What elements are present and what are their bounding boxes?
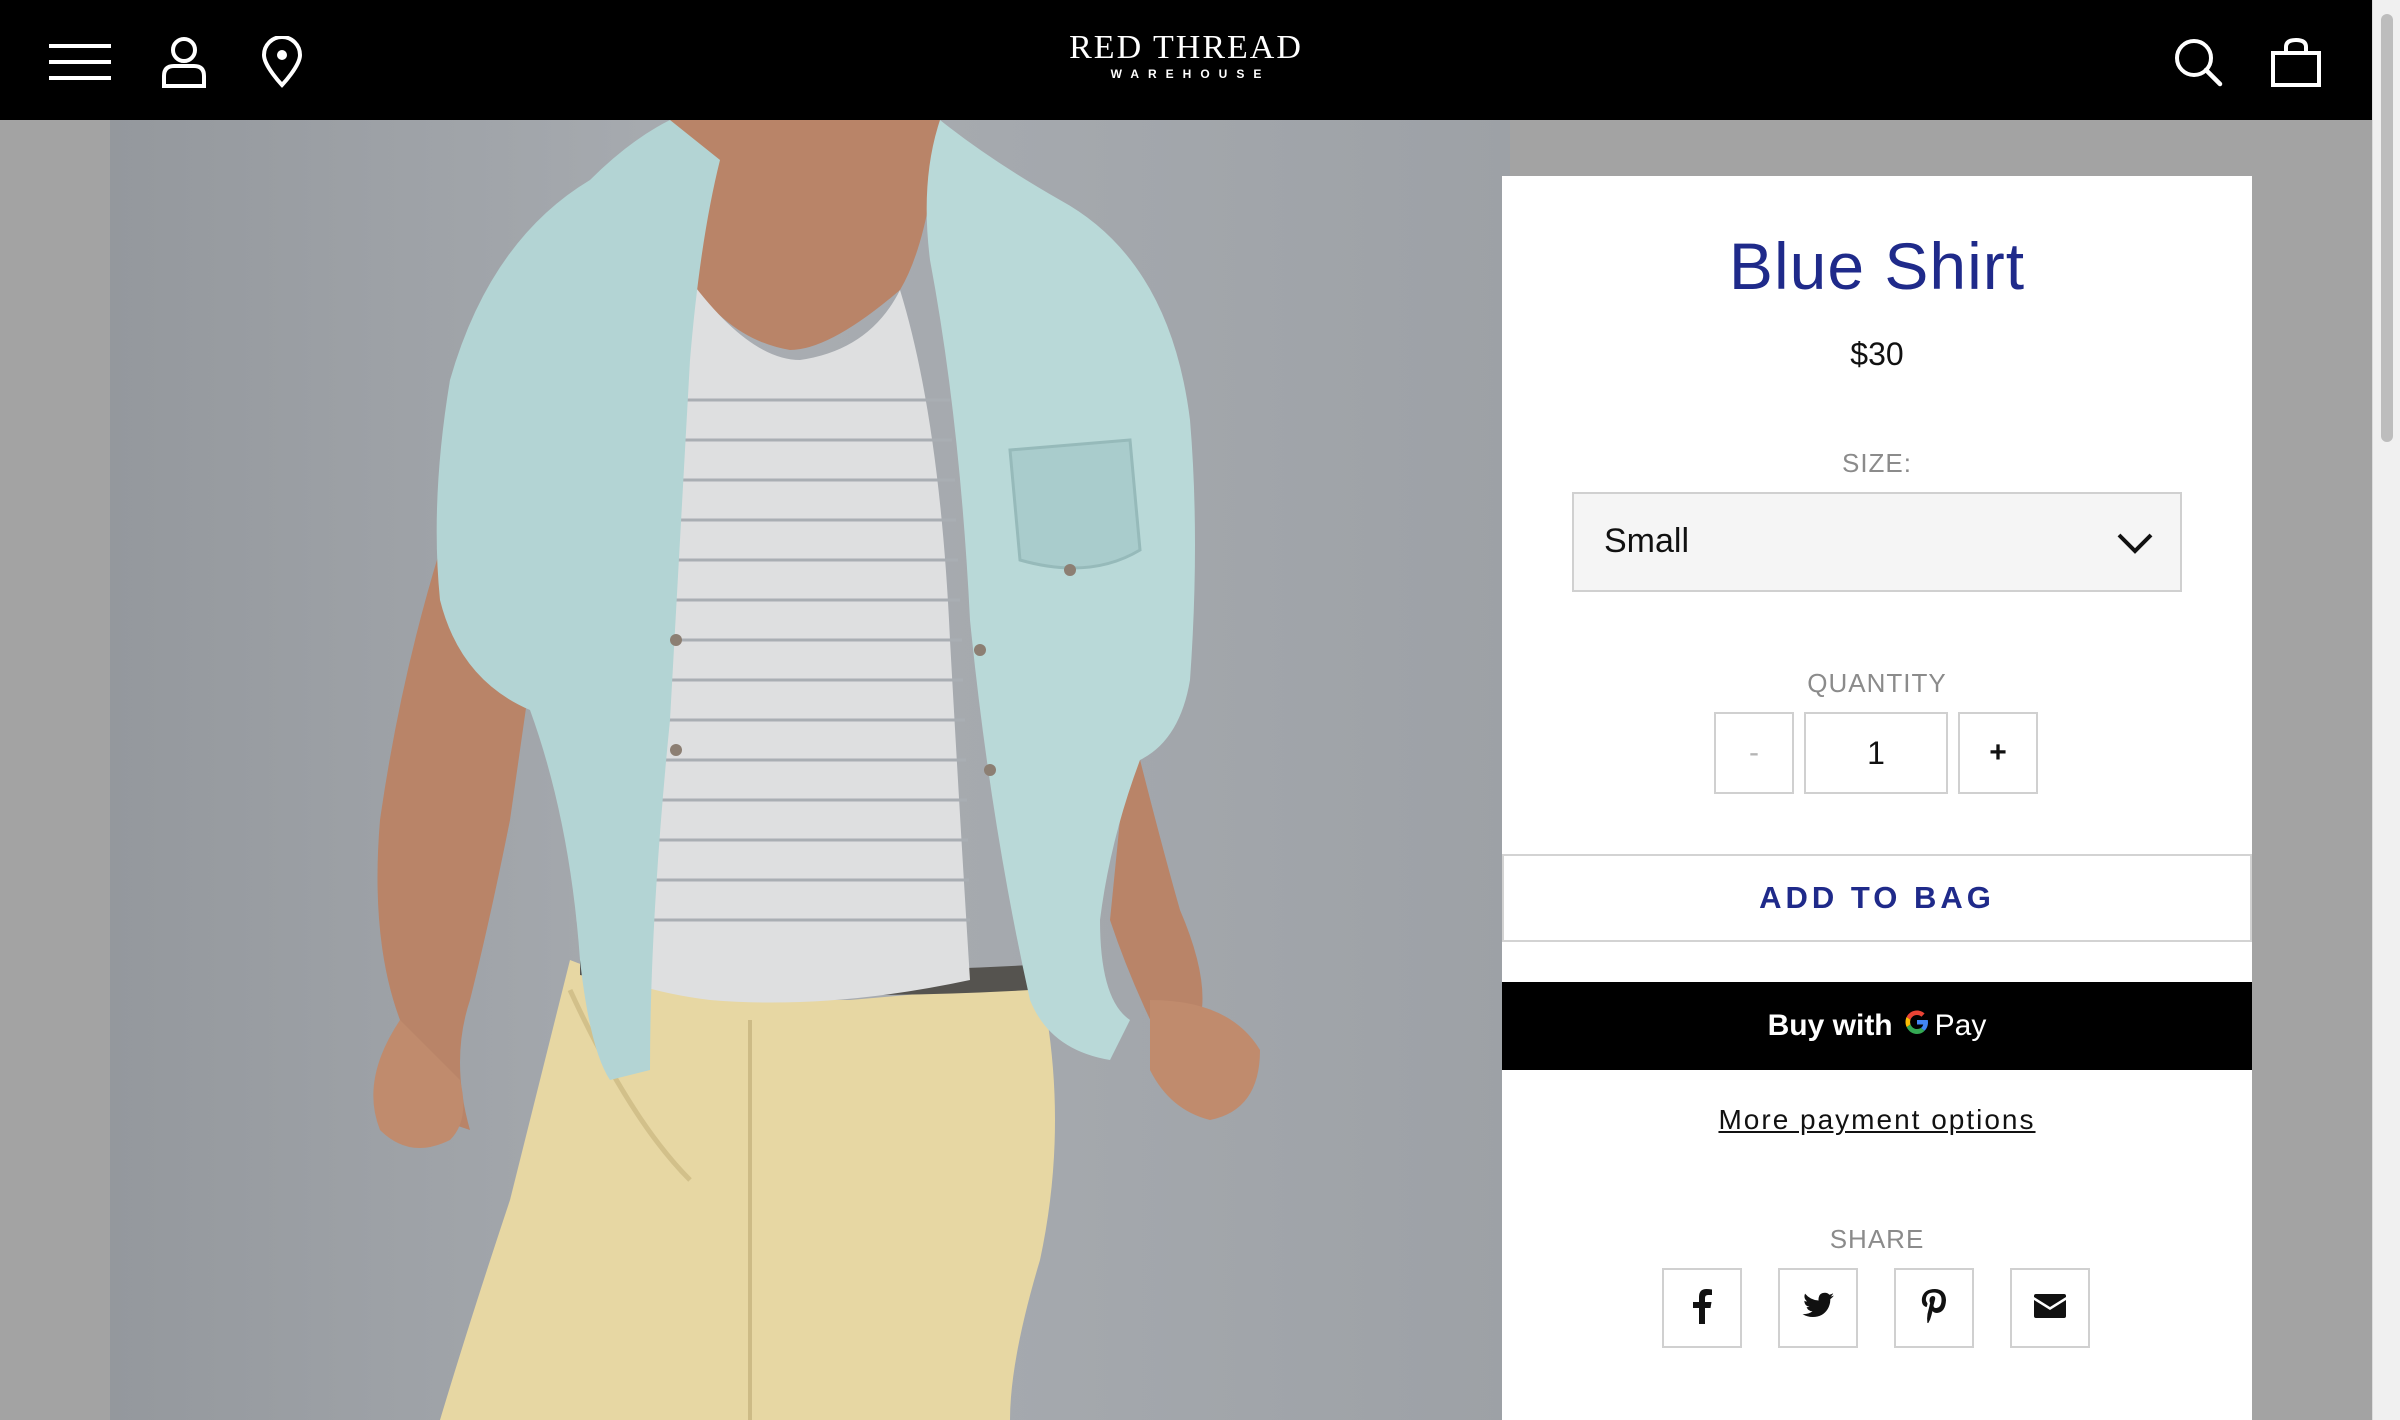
quantity-input[interactable]: 1 [1804,712,1948,794]
site-logo[interactable]: RED THREAD WAREHOUSE [1069,30,1303,82]
share-email-button[interactable] [2010,1268,2090,1348]
size-selected-value: Small [1604,522,1690,560]
share-facebook-button[interactable] [1662,1268,1742,1348]
email-icon [2033,1293,2067,1324]
logo-sub-text: WAREHOUSE [1110,67,1271,81]
twitter-icon [1801,1292,1835,1325]
gpay-buy-text: Buy with [1767,1009,1893,1042]
add-to-bag-button[interactable]: ADD TO BAG [1502,854,2252,942]
quantity-decrease-button[interactable]: - [1714,712,1794,794]
location-icon[interactable] [250,30,314,94]
account-icon[interactable] [152,30,216,94]
share-label: SHARE [1829,1224,1925,1254]
pinterest-icon [1920,1288,1948,1329]
more-payment-options-link[interactable]: More payment options [1502,1104,2252,1136]
product-price: $30 [1850,336,1904,372]
site-header: RED THREAD WAREHOUSE [0,0,2372,120]
logo-main-text: RED THREAD [1069,29,1303,66]
google-pay-button[interactable]: Buy with Pay [1502,982,2252,1070]
chevron-down-icon [2116,530,2154,561]
bag-icon[interactable] [2264,30,2328,94]
size-select[interactable]: Small [1572,492,2182,592]
product-photo [110,120,1510,1420]
quantity-increase-button[interactable]: + [1958,712,2038,794]
share-pinterest-button[interactable] [1894,1268,1974,1348]
size-label: SIZE: [1841,448,1912,478]
facebook-icon [1691,1288,1713,1329]
gpay-pay-text: Pay [1934,1009,1987,1042]
quantity-label: QUANTITY [1807,668,1947,698]
product-info-panel: Blue Shirt $30 SIZE: Small QUANTITY - 1 … [1502,176,2252,1420]
product-title: Blue Shirt [1728,229,2026,303]
scrollbar-thumb[interactable] [2381,14,2393,442]
page-scrollbar[interactable] [2372,0,2400,1420]
menu-icon[interactable] [48,30,112,94]
share-twitter-button[interactable] [1778,1268,1858,1348]
google-g-icon [1903,1008,1931,1044]
search-icon[interactable] [2166,30,2230,94]
